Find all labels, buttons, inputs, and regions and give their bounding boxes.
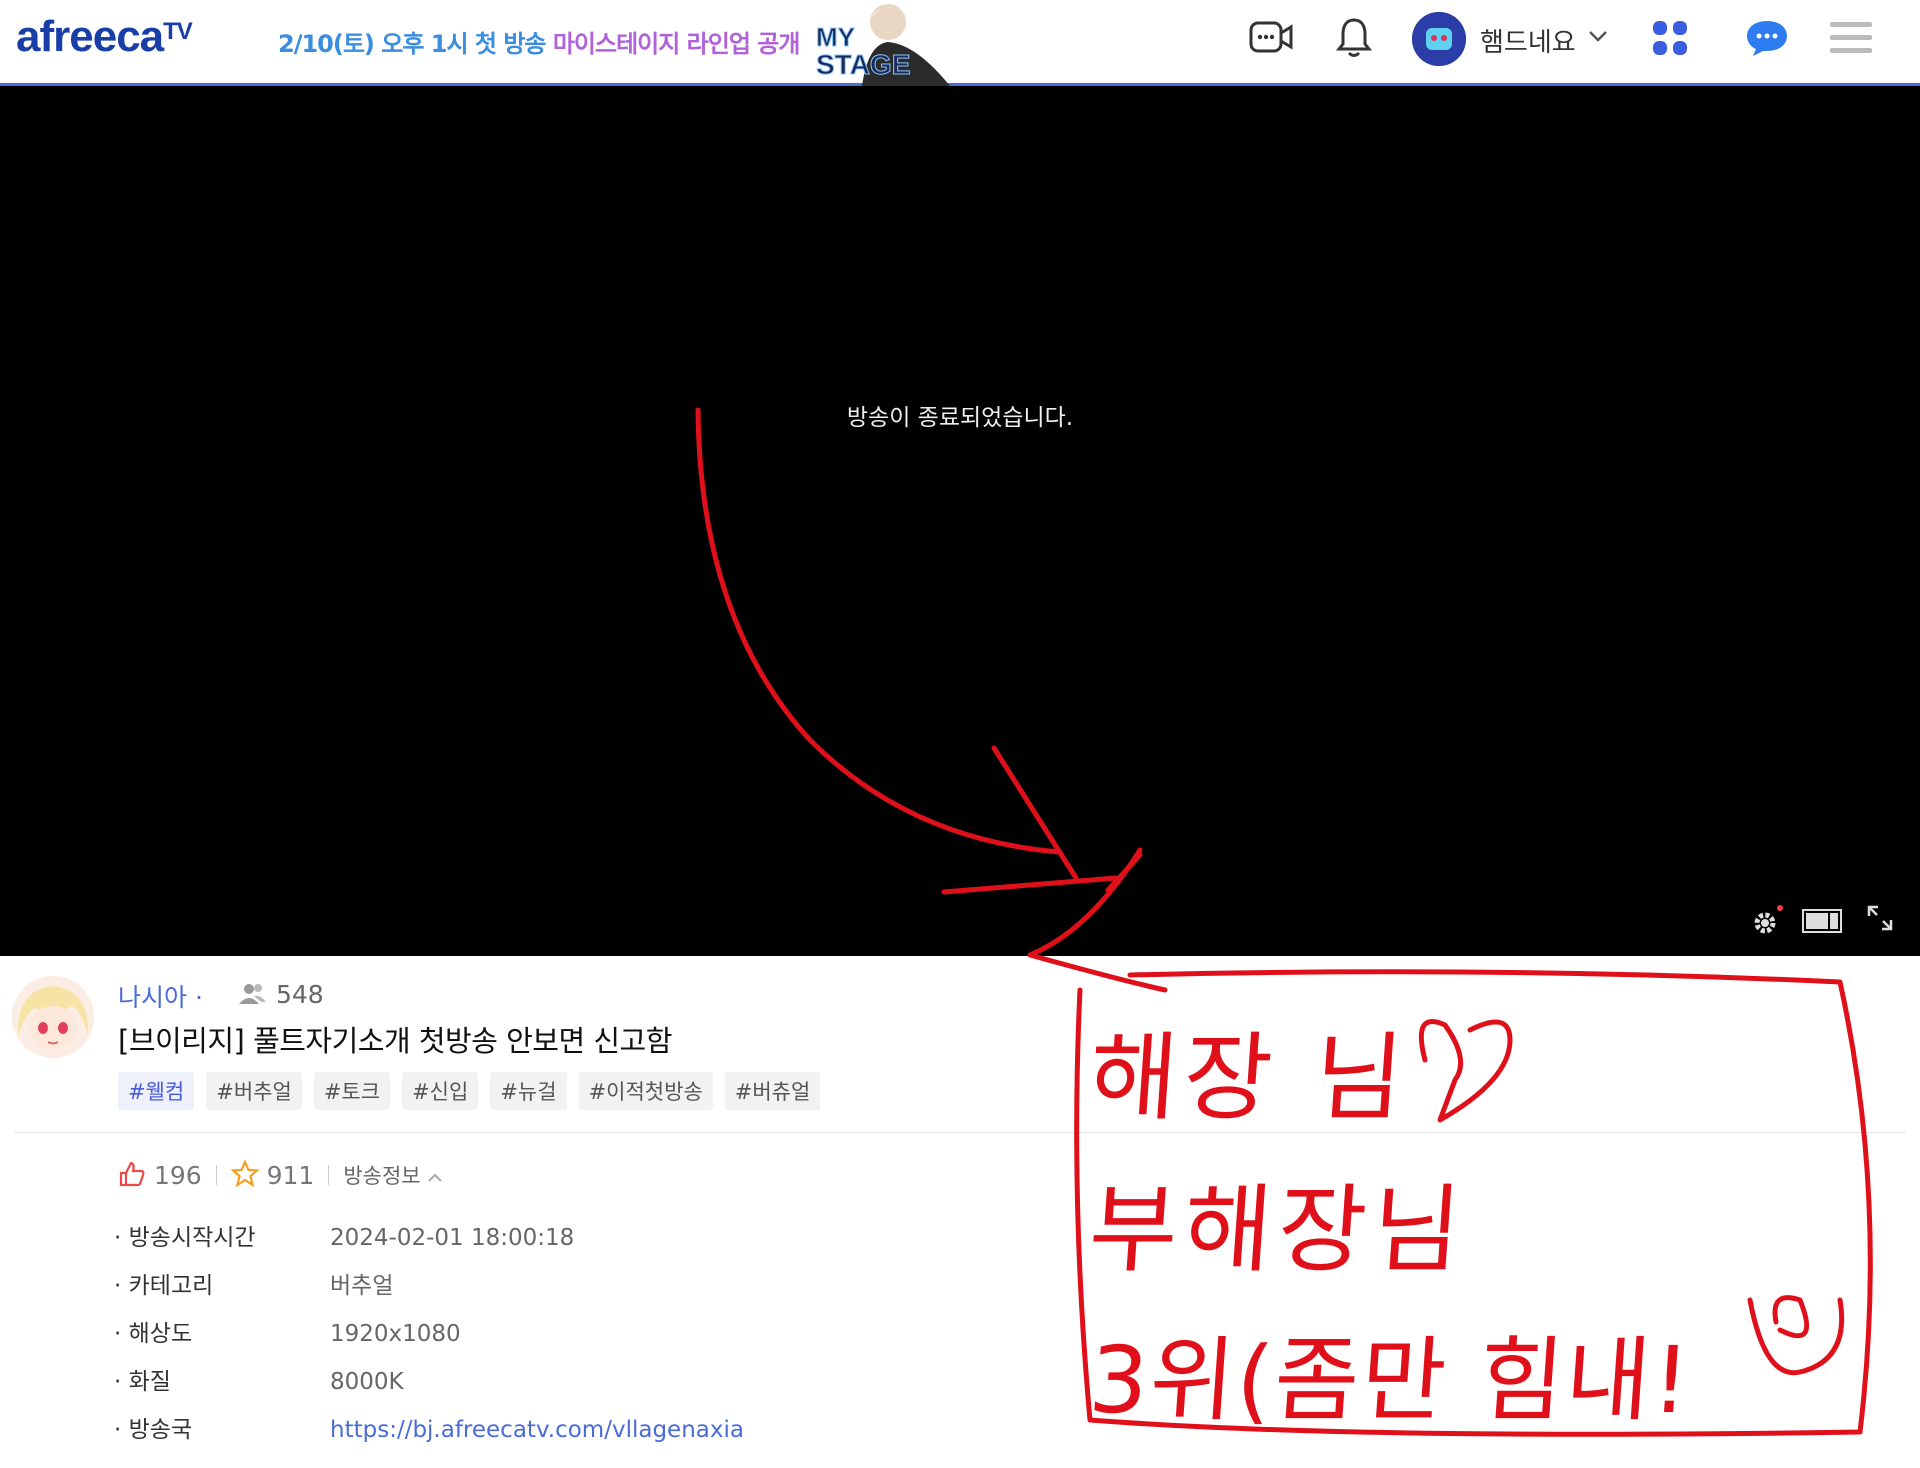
info-key: 방송시작시간 <box>128 1225 256 1251</box>
divider <box>14 1132 1906 1133</box>
info-value: 2024-02-01 18:00:18 <box>330 1225 575 1251</box>
info-key: 카테고리 <box>128 1273 214 1299</box>
tag-item[interactable]: #토크 <box>313 1072 391 1110</box>
broadcast-info-toggle[interactable]: 방송정보 <box>343 1160 443 1190</box>
annotation-line-2: 부해장님 <box>1085 1174 1471 1286</box>
afreecatv-logo[interactable]: afreecaTV <box>16 12 193 62</box>
logo-suffix: TV <box>163 18 193 45</box>
info-value: 8000K <box>330 1369 404 1395</box>
promo-banner-text[interactable]: 2/10(토) 오후 1시 첫 방송 마이스테이지 라인업 공개 <box>278 24 801 59</box>
favorite-button[interactable]: 911 <box>229 1159 315 1190</box>
menu-icon[interactable] <box>1830 20 1872 60</box>
promo-lineup: 마이스테이지 라인업 공개 <box>552 30 801 58</box>
profile-name[interactable]: 햄드네요 <box>1480 22 1576 59</box>
like-button[interactable]: 196 <box>118 1160 202 1190</box>
station-link[interactable]: https://bj.afreecatv.com/vllagenaxia <box>330 1417 744 1443</box>
info-row-category: · 카테고리 버추얼 <box>114 1273 394 1299</box>
like-count: 196 <box>153 1161 202 1190</box>
viewer-count-value: 548 <box>275 980 324 1009</box>
heart-doodle <box>1418 1019 1513 1123</box>
broadcast-info-toggle-label: 방송정보 <box>343 1164 421 1188</box>
tag-list: #웰컴 #버추얼 #토크 #신입 #뉴걸 #이적첫방송 #버츄얼 <box>118 1072 821 1110</box>
stats-bar: 196 911 방송정보 <box>118 1159 443 1190</box>
bj-name[interactable]: 나시아 · <box>118 978 203 1014</box>
mystage-banner-text-1: MY <box>816 22 855 52</box>
info-row-start-time: · 방송시작시간 2024-02-01 18:00:18 <box>114 1225 575 1251</box>
promo-date: 2/10(토) 오후 1시 첫 방송 <box>278 30 546 58</box>
tag-item[interactable]: #버추얼 <box>206 1072 302 1110</box>
settings-icon[interactable] <box>1750 904 1784 942</box>
logo-text: afreeca <box>16 12 164 61</box>
chevron-up-icon <box>428 1173 443 1182</box>
profile-avatar[interactable] <box>1412 12 1466 66</box>
separator <box>215 1165 217 1185</box>
info-key: 해상도 <box>128 1321 193 1347</box>
broadcast-ended-message: 방송이 종료되었습니다. <box>846 405 1074 431</box>
tag-item[interactable]: #버츄얼 <box>724 1072 821 1110</box>
viewer-count: 548 <box>236 980 324 1009</box>
theater-mode-icon[interactable] <box>1802 908 1842 938</box>
mystage-banner-text-2: STAGE <box>816 49 910 80</box>
bj-avatar[interactable] <box>12 976 94 1058</box>
favorite-count: 911 <box>266 1161 315 1190</box>
video-chat-icon[interactable] <box>1248 18 1294 62</box>
video-player[interactable]: 방송이 종료되었습니다. <box>0 86 1920 956</box>
bj-name-text: 나시아 <box>118 983 188 1012</box>
top-header: afreecaTV 2/10(토) 오후 1시 첫 방송 마이스테이지 라인업 … <box>0 0 1920 86</box>
info-row-resolution: · 해상도 1920x1080 <box>114 1321 461 1347</box>
tag-item[interactable]: #이적첫방송 <box>578 1072 713 1110</box>
tag-item[interactable]: #웰컴 <box>118 1072 195 1110</box>
chat-icon[interactable] <box>1744 18 1790 62</box>
info-row-quality: · 화질 8000K <box>114 1369 404 1395</box>
mystage-banner-image[interactable]: MY STAGE <box>812 0 952 86</box>
info-key: 화질 <box>128 1369 171 1395</box>
annotation-line-3: 3위(좀만 힘내! <box>1085 1327 1695 1434</box>
info-key: 방송국 <box>128 1417 193 1443</box>
star-icon <box>229 1159 260 1188</box>
info-value: 버추얼 <box>330 1273 394 1299</box>
info-row-station: · 방송국 https://bj.afreecatv.com/vllagenaxi… <box>114 1417 744 1443</box>
thumbs-up-icon <box>119 1161 145 1187</box>
annotation-line-1: 해장 님 <box>1085 1022 1413 1134</box>
bell-icon[interactable] <box>1335 16 1373 62</box>
viewers-icon <box>239 984 266 1004</box>
broadcast-title: [브이리지] 풀트자기소개 첫방송 안보면 신고함 <box>118 1024 672 1058</box>
fullscreen-icon[interactable] <box>1866 904 1894 936</box>
tag-item[interactable]: #뉴걸 <box>490 1072 567 1110</box>
separator <box>328 1165 330 1185</box>
tag-item[interactable]: #신입 <box>402 1072 479 1110</box>
chevron-down-icon[interactable] <box>1588 28 1608 47</box>
apps-grid-icon[interactable] <box>1652 20 1688 60</box>
info-value: 1920x1080 <box>330 1321 461 1347</box>
smiley-doodle <box>1747 1295 1845 1376</box>
